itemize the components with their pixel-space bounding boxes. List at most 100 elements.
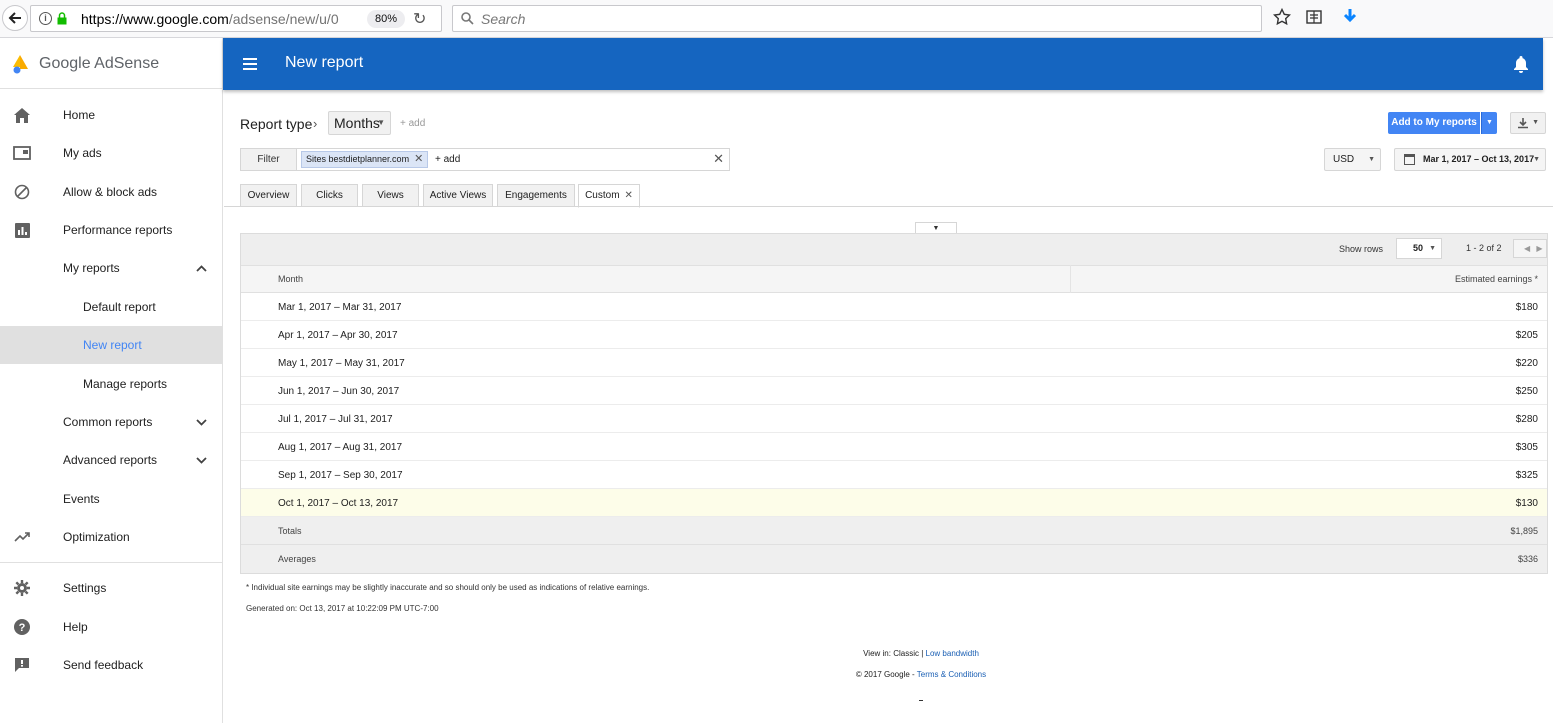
- table-row: Jun 1, 2017 – Jun 30, 2017 $250: [241, 377, 1547, 405]
- info-icon[interactable]: i: [39, 12, 52, 25]
- sidebar-item-send-feedback[interactable]: Send feedback: [0, 646, 222, 684]
- bar-chart-icon: [13, 222, 31, 238]
- sidebar-item-common-reports[interactable]: Common reports: [0, 403, 222, 441]
- sidebar-item-settings[interactable]: Settings: [0, 569, 222, 607]
- column-header-estimated-earnings[interactable]: Estimated earnings *: [1455, 274, 1538, 284]
- chevron-up-icon[interactable]: [196, 261, 207, 275]
- sidebar-item-manage-reports[interactable]: Manage reports: [0, 365, 222, 403]
- zoom-level-badge[interactable]: 80%: [367, 10, 405, 28]
- filter-button[interactable]: Filter: [241, 149, 297, 170]
- caret-down-icon: ▼: [1368, 156, 1375, 163]
- sidebar-item-optimization[interactable]: Optimization: [0, 518, 222, 556]
- rows-per-page-select[interactable]: 50 ▼: [1396, 238, 1442, 259]
- column-header-month[interactable]: Month: [278, 274, 303, 284]
- table-row-highlighted: Oct 1, 2017 – Oct 13, 2017 $130: [241, 489, 1547, 517]
- collapse-chart-toggle[interactable]: ▼: [915, 222, 957, 233]
- add-to-my-reports-button[interactable]: Add to My reports: [1388, 112, 1480, 134]
- tab-custom[interactable]: Custom ✕: [578, 184, 640, 208]
- sidebar-item-new-report[interactable]: New report: [0, 326, 222, 364]
- reading-list-icon[interactable]: [1305, 8, 1323, 31]
- remove-filter-icon[interactable]: ✕: [414, 153, 423, 165]
- report-main: Report type › Months ▼ + add Add to My r…: [224, 90, 1553, 723]
- sidebar-item-label: My ads: [63, 146, 102, 160]
- reload-icon[interactable]: ↻: [413, 9, 426, 29]
- sidebar: Google AdSense Home My ads Allow & block…: [0, 38, 223, 723]
- sidebar-item-default-report[interactable]: Default report: [0, 288, 222, 326]
- trending-up-icon: [13, 529, 31, 545]
- caret-down-icon: ▼: [377, 118, 385, 127]
- sidebar-item-label: Help: [63, 620, 88, 634]
- cell-month: Apr 1, 2017 – Apr 30, 2017: [278, 330, 398, 341]
- tab-custom-label: Custom: [585, 190, 620, 201]
- cell-month: Mar 1, 2017 – Mar 31, 2017: [278, 302, 402, 313]
- terms-link[interactable]: Terms & Conditions: [917, 670, 986, 679]
- chevron-right-icon[interactable]: ▶: [1536, 244, 1542, 253]
- help-icon: ?: [13, 619, 31, 635]
- tab-views[interactable]: Views: [362, 184, 419, 207]
- sidebar-item-advanced-reports[interactable]: Advanced reports: [0, 441, 222, 479]
- download-arrow-icon[interactable]: [1341, 8, 1359, 31]
- tabs-divider: [224, 206, 1553, 207]
- gear-icon: [13, 580, 31, 596]
- menu-icon[interactable]: [243, 58, 257, 70]
- cell-month: Oct 1, 2017 – Oct 13, 2017: [278, 498, 399, 509]
- cell-month: Jun 1, 2017 – Jun 30, 2017: [278, 386, 400, 397]
- sidebar-item-allow-block-ads[interactable]: Allow & block ads: [0, 173, 222, 211]
- add-filter-link[interactable]: + add: [435, 154, 460, 165]
- sidebar-item-label: Common reports: [63, 415, 153, 429]
- sidebar-item-label: Allow & block ads: [63, 185, 158, 199]
- add-dimension-link[interactable]: + add: [400, 118, 425, 129]
- sidebar-item-home[interactable]: Home: [0, 96, 222, 134]
- copyright-text: © 2017 Google: [855, 670, 910, 679]
- browser-search-bar[interactable]: Search: [452, 5, 1262, 32]
- sidebar-item-my-ads[interactable]: My ads: [0, 134, 222, 172]
- notification-bell-icon[interactable]: [1513, 55, 1529, 73]
- back-button[interactable]: [2, 5, 28, 31]
- currency-select[interactable]: USD ▼: [1324, 148, 1381, 171]
- sidebar-item-label: Advanced reports: [63, 453, 158, 467]
- url-path: /adsense/new/u/0: [228, 11, 339, 27]
- tab-clicks[interactable]: Clicks: [301, 184, 358, 207]
- search-placeholder: Search: [481, 11, 526, 27]
- tab-engagements[interactable]: Engagements: [497, 184, 575, 207]
- sidebar-item-label: Manage reports: [83, 377, 168, 391]
- tab-active-views[interactable]: Active Views: [423, 184, 493, 207]
- report-table: Show rows 50 ▼ 1 - 2 of 2 ◀ ▶ Month Esti…: [240, 233, 1548, 574]
- dimension-select[interactable]: Months ▼: [328, 111, 391, 135]
- sidebar-item-help[interactable]: ? Help: [0, 608, 222, 646]
- sidebar-item-performance-reports[interactable]: Performance reports: [0, 211, 222, 249]
- sidebar-item-events[interactable]: Events: [0, 480, 222, 518]
- tab-overview[interactable]: Overview: [240, 184, 297, 207]
- filter-chip-site[interactable]: Sites bestdietplanner.com ✕: [301, 151, 429, 168]
- adsense-logo[interactable]: Google AdSense: [12, 52, 159, 76]
- classic-view-label: Classic: [893, 649, 919, 658]
- table-row: Sep 1, 2017 – Sep 30, 2017 $325: [241, 461, 1547, 489]
- caret-down-icon: ▼: [1486, 119, 1493, 126]
- sidebar-item-label: My reports: [63, 261, 120, 275]
- url-bar[interactable]: i https://www.google.com/adsense/new/u/0…: [30, 5, 442, 32]
- sidebar-item-my-reports[interactable]: My reports: [0, 249, 222, 287]
- chevron-down-icon[interactable]: [196, 415, 207, 429]
- table-row: Aug 1, 2017 – Aug 31, 2017 $305: [241, 433, 1547, 461]
- caret-down-icon: ▼: [1532, 119, 1539, 127]
- clear-filter-icon[interactable]: ✕: [713, 151, 724, 167]
- close-tab-icon[interactable]: ✕: [625, 190, 633, 201]
- chevron-right-icon: ›: [313, 116, 318, 131]
- sidebar-item-label: New report: [83, 338, 142, 352]
- cell-month: May 1, 2017 – May 31, 2017: [278, 358, 405, 369]
- table-toolbar: Show rows 50 ▼ 1 - 2 of 2 ◀ ▶: [241, 234, 1547, 265]
- add-to-reports-dropdown-button[interactable]: ▼: [1481, 112, 1497, 134]
- table-row: Mar 1, 2017 – Mar 31, 2017 $180: [241, 293, 1547, 321]
- download-button[interactable]: ▼: [1510, 112, 1546, 134]
- low-bandwidth-link[interactable]: Low bandwidth: [926, 649, 979, 658]
- chevron-left-icon[interactable]: ◀: [1524, 244, 1530, 253]
- date-range-picker[interactable]: Mar 1, 2017 – Oct 13, 2017 ▼: [1394, 148, 1546, 171]
- lock-icon: [57, 12, 67, 25]
- url-host: https://www.google.com: [81, 11, 229, 27]
- copyright-line: © 2017 Google - Terms & Conditions: [855, 670, 987, 679]
- sidebar-item-label: Send feedback: [63, 658, 144, 672]
- pagination-buttons[interactable]: ◀ ▶: [1513, 239, 1547, 258]
- url-text: https://www.google.com/adsense/new/u/0: [81, 11, 339, 27]
- bookmark-star-icon[interactable]: [1272, 7, 1292, 31]
- chevron-down-icon[interactable]: [196, 453, 207, 467]
